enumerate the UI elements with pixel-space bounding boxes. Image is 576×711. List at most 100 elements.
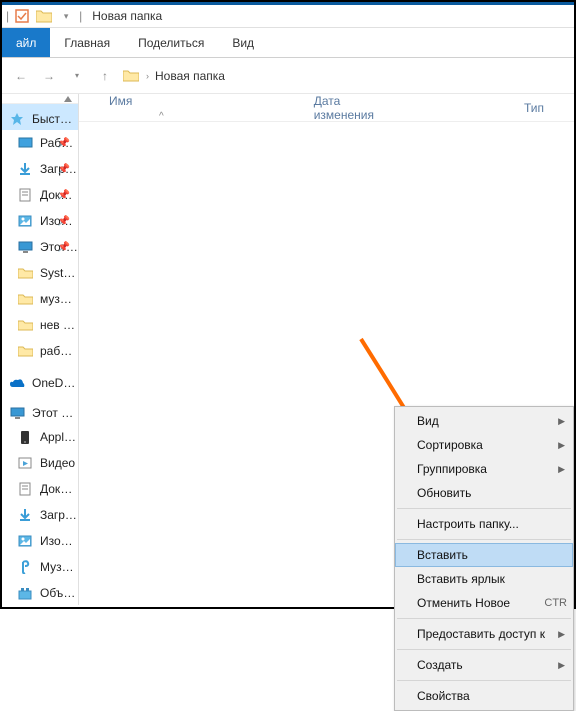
ctx-share[interactable]: Предоставить доступ к▶ <box>395 622 573 646</box>
crumb-label[interactable]: Новая папка <box>155 69 225 83</box>
item-icon <box>16 480 34 498</box>
col-name[interactable]: Имя ^ <box>109 94 194 122</box>
item-icon <box>16 316 34 334</box>
chevron-right-icon: ▶ <box>558 416 565 427</box>
sys-menu-icon: | <box>6 9 9 23</box>
item-label: Изображени <box>40 534 78 548</box>
ctx-undo[interactable]: Отменить НовоеCTR <box>395 591 573 615</box>
sidebar-item[interactable]: музыка <box>2 286 78 312</box>
sidebar-item[interactable]: System32 <box>2 260 78 286</box>
item-icon <box>16 186 34 204</box>
sidebar-item[interactable]: Рабочий сто.📌 <box>2 130 78 156</box>
item-icon <box>16 212 34 230</box>
ctx-customize[interactable]: Настроить папку... <box>395 512 573 536</box>
sidebar-item[interactable]: Загрузки📌 <box>2 156 78 182</box>
nav-back-icon[interactable]: ← <box>10 65 32 87</box>
dropdown-icon[interactable]: ▾ <box>57 7 75 25</box>
item-icon <box>16 428 34 446</box>
item-icon <box>16 134 34 152</box>
star-icon <box>8 110 26 128</box>
sidebar-label: OneDrive <box>32 376 78 390</box>
tab-share[interactable]: Поделиться <box>124 28 218 57</box>
content-area[interactable]: Имя ^ Дата изменения Тип Вид▶ Сортировка… <box>79 94 574 605</box>
chevron-right-icon: ▶ <box>558 464 565 475</box>
ribbon: айл Главная Поделиться Вид <box>2 28 574 58</box>
item-label: музыка <box>40 292 78 306</box>
ctx-paste[interactable]: Вставить <box>395 543 573 567</box>
ctx-paste-shortcut[interactable]: Вставить ярлык <box>395 567 573 591</box>
sidebar-label: Этот компьютер <box>32 406 78 420</box>
ctx-new[interactable]: Создать▶ <box>395 653 573 677</box>
address-bar: ← → ▾ ↑ › Новая папка <box>2 58 574 94</box>
breadcrumb[interactable]: › Новая папка <box>122 67 225 85</box>
sidebar-item[interactable]: Загрузки <box>2 502 78 528</box>
folder-icon <box>35 7 53 25</box>
item-icon <box>16 290 34 308</box>
item-icon <box>16 584 34 602</box>
shortcut-label: CTR <box>544 597 567 609</box>
item-icon <box>16 342 34 360</box>
sidebar-item[interactable]: Изображени <box>2 528 78 554</box>
nav-forward-icon[interactable]: → <box>38 65 60 87</box>
item-label: Видео <box>40 456 75 470</box>
tab-file[interactable]: айл <box>2 28 50 57</box>
item-label: Объемные об <box>40 586 78 600</box>
item-label: Загрузки <box>40 508 78 522</box>
sidebar-item[interactable]: Документы <box>2 476 78 502</box>
pin-icon: 📌 <box>58 216 70 227</box>
item-label: нев пароли <box>40 318 78 332</box>
ctx-sort[interactable]: Сортировка▶ <box>395 433 573 457</box>
sidebar-quick-access[interactable]: Быстрый доступ <box>2 104 78 130</box>
sidebar: Быстрый доступ Рабочий сто.📌Загрузки📌Док… <box>2 94 79 605</box>
item-icon <box>16 238 34 256</box>
separator: | <box>79 9 82 23</box>
col-type[interactable]: Тип <box>524 101 574 115</box>
ctx-properties[interactable]: Свойства <box>395 684 573 708</box>
sidebar-item[interactable]: Apple iPhone <box>2 424 78 450</box>
separator <box>397 680 571 681</box>
ctx-group[interactable]: Группировка▶ <box>395 457 573 481</box>
item-label: Документы <box>40 482 78 496</box>
tab-view[interactable]: Вид <box>218 28 268 57</box>
sidebar-item[interactable]: рабочая <box>2 338 78 364</box>
titlebar: | ▾ | Новая папка <box>2 2 574 28</box>
checkbox-icon[interactable] <box>13 7 31 25</box>
item-label: System32 <box>40 266 78 280</box>
context-menu: Вид▶ Сортировка▶ Группировка▶ Обновить Н… <box>394 406 574 711</box>
sidebar-onedrive[interactable]: OneDrive <box>2 368 78 394</box>
ctx-refresh[interactable]: Обновить <box>395 481 573 505</box>
folder-icon <box>122 67 140 85</box>
pin-icon: 📌 <box>58 190 70 201</box>
nav-history-icon[interactable]: ▾ <box>66 65 88 87</box>
item-icon <box>16 558 34 576</box>
sidebar-item[interactable]: Документы📌 <box>2 182 78 208</box>
pc-icon <box>8 404 26 422</box>
sidebar-item[interactable]: Объемные об <box>2 580 78 605</box>
sidebar-label: Быстрый доступ <box>32 112 78 126</box>
sidebar-item[interactable]: нев пароли <box>2 312 78 338</box>
sidebar-collapse-icon[interactable] <box>2 94 78 104</box>
item-label: Apple iPhone <box>40 430 78 444</box>
cloud-icon <box>8 374 26 392</box>
separator <box>397 649 571 650</box>
sidebar-item[interactable]: Этот компью📌 <box>2 234 78 260</box>
item-label: Музыка <box>40 560 78 574</box>
sidebar-item[interactable]: Изображени📌 <box>2 208 78 234</box>
chevron-right-icon: ▶ <box>558 629 565 640</box>
window-title: Новая папка <box>92 9 162 23</box>
sidebar-item[interactable]: Видео <box>2 450 78 476</box>
chevron-right-icon: › <box>146 71 149 81</box>
item-icon <box>16 160 34 178</box>
tab-home[interactable]: Главная <box>50 28 124 57</box>
col-date[interactable]: Дата изменения <box>314 94 404 122</box>
sidebar-item[interactable]: Музыка <box>2 554 78 580</box>
separator <box>397 508 571 509</box>
sidebar-this-pc[interactable]: Этот компьютер <box>2 398 78 424</box>
item-label: рабочая <box>40 344 78 358</box>
pin-icon: 📌 <box>58 164 70 175</box>
item-icon <box>16 506 34 524</box>
ctx-view[interactable]: Вид▶ <box>395 409 573 433</box>
item-icon <box>16 532 34 550</box>
item-icon <box>16 454 34 472</box>
nav-up-icon[interactable]: ↑ <box>94 65 116 87</box>
